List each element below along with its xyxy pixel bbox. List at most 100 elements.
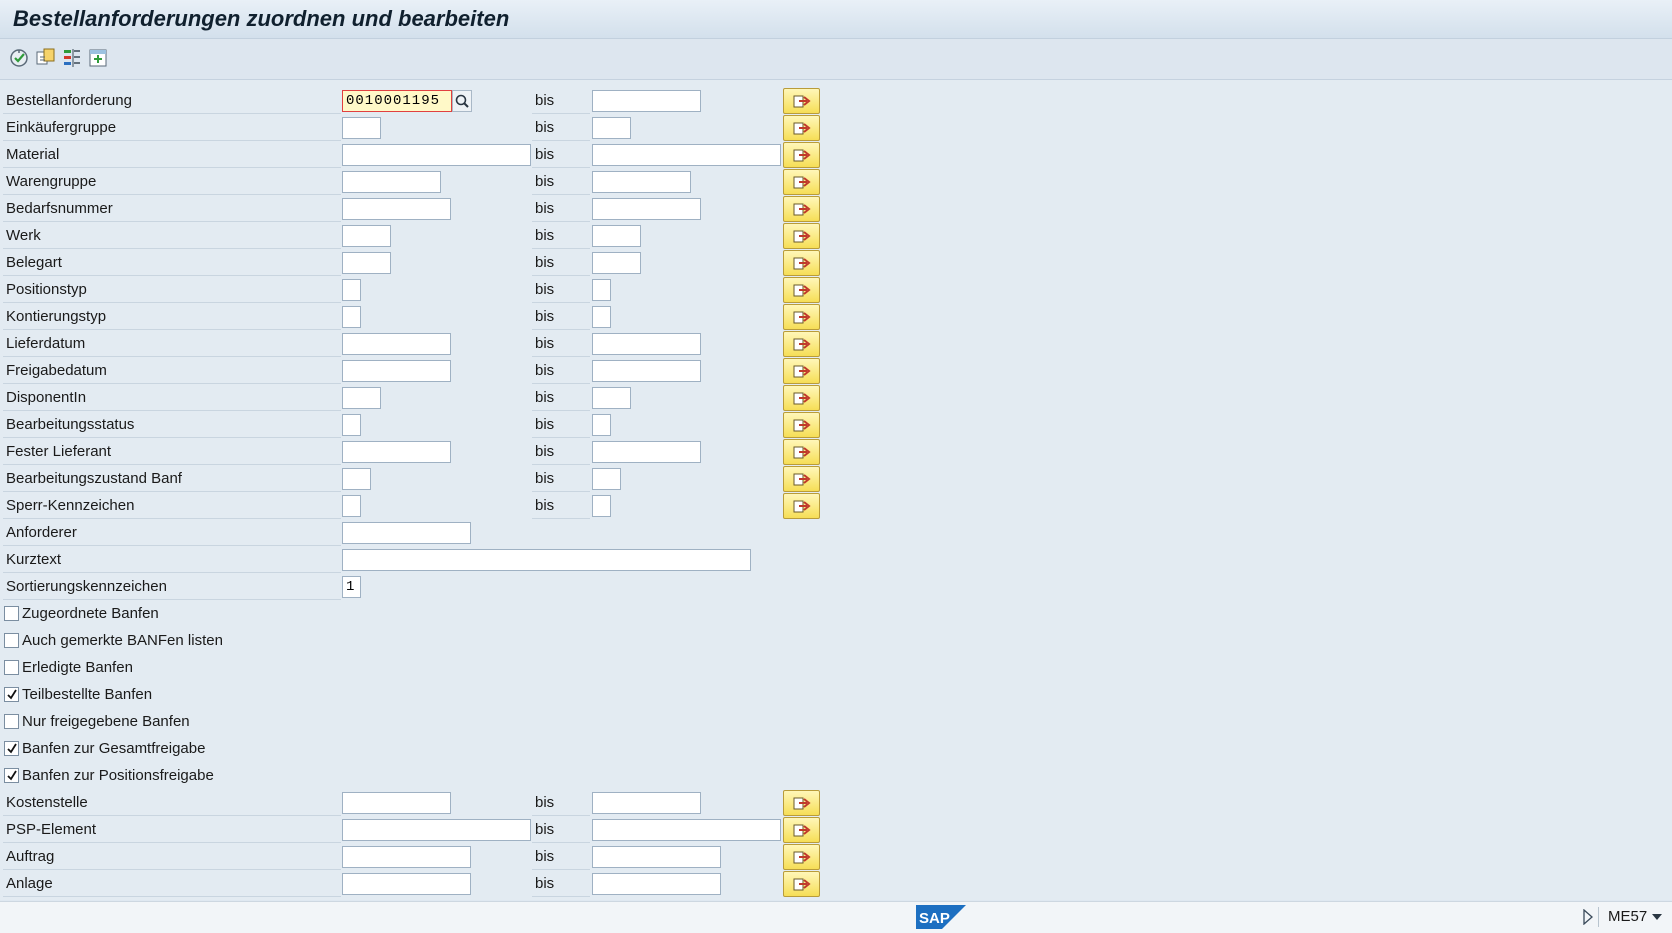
multiple-selection-button[interactable] (783, 871, 820, 897)
multiple-selection-button[interactable] (783, 169, 820, 195)
positionstyp-to-input[interactable] (592, 279, 611, 301)
checkbox-gemerkte-banfen[interactable]: Auch gemerkte BANFen listen (0, 628, 400, 655)
auftrag-to-input[interactable] (592, 846, 721, 868)
multiple-selection-button[interactable] (783, 466, 820, 492)
multiple-selection-button[interactable] (783, 88, 820, 114)
warengruppe-to-input[interactable] (592, 171, 691, 193)
arrow-right-icon (793, 419, 811, 432)
multiple-selection-button[interactable] (783, 304, 820, 330)
disponentin-to-input[interactable] (592, 387, 631, 409)
psp-element-from-input[interactable] (342, 819, 531, 841)
belegart-from-input[interactable] (342, 252, 391, 274)
multiple-selection-button[interactable] (783, 142, 820, 168)
arrow-right-icon (793, 851, 811, 864)
bis-label: bis (532, 493, 590, 519)
bearbeitungsstatus-to-input[interactable] (592, 414, 611, 436)
multiple-selection-button[interactable] (783, 331, 820, 357)
material-to-input[interactable] (592, 144, 781, 166)
checkbox[interactable] (4, 768, 19, 783)
multiple-selection-button[interactable] (783, 223, 820, 249)
multiple-selection-button[interactable] (783, 817, 820, 843)
arrow-right-icon (793, 176, 811, 189)
sperrkennzeichen-from-input[interactable] (342, 495, 361, 517)
multiple-selection-button[interactable] (783, 250, 820, 276)
fester-lieferant-from-input[interactable] (342, 441, 451, 463)
checkbox-gesamtfreigabe[interactable]: Banfen zur Gesamtfreigabe (0, 736, 400, 763)
bestellanforderung-to-input[interactable] (592, 90, 701, 112)
bearbeitungszustand-to-input[interactable] (592, 468, 621, 490)
arrow-right-icon (793, 473, 811, 486)
kontierungstyp-from-input[interactable] (342, 306, 361, 328)
checkbox[interactable] (4, 714, 19, 729)
chevron-down-icon[interactable] (1652, 914, 1662, 921)
field-label: Anforderer (3, 520, 341, 546)
page-title: Bestellanforderungen zuordnen und bearbe… (13, 6, 510, 31)
psp-element-to-input[interactable] (592, 819, 781, 841)
multiple-selection-button[interactable] (783, 844, 820, 870)
play-icon[interactable] (1583, 909, 1593, 925)
status-divider (1598, 907, 1599, 927)
arrow-right-icon (793, 257, 811, 270)
row-warengruppe: Warengruppe bis (0, 169, 830, 196)
lieferdatum-to-input[interactable] (592, 333, 701, 355)
checkbox[interactable] (4, 633, 19, 648)
kurztext-input[interactable] (342, 549, 751, 571)
belegart-to-input[interactable] (592, 252, 641, 274)
kontierungstyp-to-input[interactable] (592, 306, 611, 328)
werk-to-input[interactable] (592, 225, 641, 247)
kostenstelle-from-input[interactable] (342, 792, 451, 814)
kostenstelle-to-input[interactable] (592, 792, 701, 814)
bis-label: bis (532, 277, 590, 303)
einkaeufergruppe-to-input[interactable] (592, 117, 631, 139)
checkbox[interactable] (4, 606, 19, 621)
multiple-selection-button[interactable] (783, 358, 820, 384)
anlage-from-input[interactable] (342, 873, 471, 895)
checkbox-positionsfreigabe[interactable]: Banfen zur Positionsfreigabe (0, 763, 400, 790)
warengruppe-from-input[interactable] (342, 171, 441, 193)
checkbox-freigegebene-banfen[interactable]: Nur freigegebene Banfen (0, 709, 400, 736)
checkbox-teilbestellte-banfen[interactable]: Teilbestellte Banfen (0, 682, 400, 709)
multiple-selection-button[interactable] (783, 277, 820, 303)
bedarfsnummer-to-input[interactable] (592, 198, 701, 220)
werk-from-input[interactable] (342, 225, 391, 247)
checkbox[interactable] (4, 660, 19, 675)
bearbeitungsstatus-from-input[interactable] (342, 414, 361, 436)
multiple-selection-button[interactable] (783, 385, 820, 411)
row-anlage: Anlage bis (0, 871, 830, 898)
multiple-selection-button[interactable] (783, 412, 820, 438)
execute-icon[interactable] (8, 47, 30, 69)
checkmark-icon (7, 743, 17, 754)
multiple-selection-icon[interactable] (87, 47, 109, 69)
fester-lieferant-to-input[interactable] (592, 441, 701, 463)
checkbox[interactable] (4, 687, 19, 702)
sortierungskennzeichen-input[interactable]: 1 (342, 576, 361, 598)
multiple-selection-button[interactable] (783, 790, 820, 816)
field-label: Auftrag (3, 844, 341, 870)
material-from-input[interactable] (342, 144, 531, 166)
anlage-to-input[interactable] (592, 873, 721, 895)
multiple-selection-button[interactable] (783, 115, 820, 141)
lieferdatum-from-input[interactable] (342, 333, 451, 355)
multiple-selection-button[interactable] (783, 439, 820, 465)
multiple-selection-button[interactable] (783, 493, 820, 519)
checkbox-erledigte-banfen[interactable]: Erledigte Banfen (0, 655, 400, 682)
disponentin-from-input[interactable] (342, 387, 381, 409)
anforderer-input[interactable] (342, 522, 471, 544)
freigabedatum-to-input[interactable] (592, 360, 701, 382)
transaction-code[interactable]: ME57 (1608, 908, 1647, 925)
field-label: Kurztext (3, 547, 341, 573)
get-variant-icon[interactable] (35, 47, 57, 69)
positionstyp-from-input[interactable] (342, 279, 361, 301)
checkbox-zugeordnete-banfen[interactable]: Zugeordnete Banfen (0, 601, 400, 628)
selection-options-icon[interactable] (61, 47, 83, 69)
value-help-button[interactable] (452, 90, 472, 112)
bearbeitungszustand-from-input[interactable] (342, 468, 371, 490)
freigabedatum-from-input[interactable] (342, 360, 451, 382)
sperrkennzeichen-to-input[interactable] (592, 495, 611, 517)
multiple-selection-button[interactable] (783, 196, 820, 222)
bedarfsnummer-from-input[interactable] (342, 198, 451, 220)
einkaeufergruppe-from-input[interactable] (342, 117, 381, 139)
checkbox[interactable] (4, 741, 19, 756)
bestellanforderung-from-input[interactable]: 0010001195 (342, 90, 452, 112)
auftrag-from-input[interactable] (342, 846, 471, 868)
